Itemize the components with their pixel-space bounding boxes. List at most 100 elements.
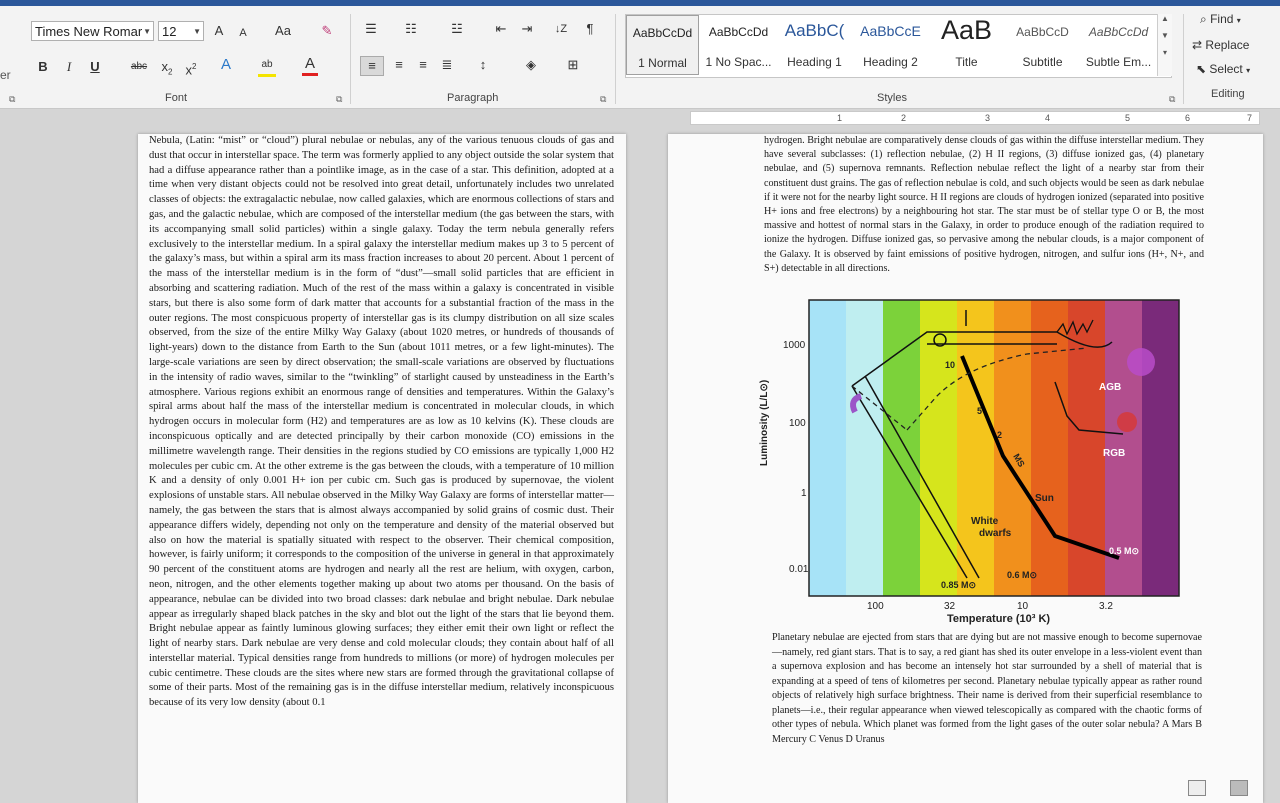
y-tick: 1: [801, 488, 807, 499]
y-tick: 0.01: [789, 564, 809, 575]
change-case-button[interactable]: Aa: [268, 22, 298, 40]
numbering-icon[interactable]: ☷: [400, 20, 422, 38]
chevron-down-icon: ▾: [1246, 66, 1251, 75]
multilevel-list-icon[interactable]: ☳: [446, 20, 468, 38]
find-label: Find: [1210, 12, 1234, 26]
agb-label: AGB: [1099, 382, 1121, 393]
read-mode-icon[interactable]: [1188, 780, 1206, 796]
font-name-value: Times New Romar: [35, 24, 143, 39]
x-tick: 3.2: [1099, 601, 1113, 612]
mass-number-2: 2: [997, 430, 1002, 440]
dialog-launcher-icon[interactable]: ⧉: [600, 94, 606, 105]
dialog-launcher-icon[interactable]: ⧉: [1169, 94, 1175, 105]
gallery-scroll[interactable]: ▲ ▼ ▾: [1157, 14, 1172, 76]
style-name: 1 Normal: [638, 56, 687, 70]
replace-button[interactable]: ⇄ Replace: [1192, 38, 1249, 52]
rgb-star-marker: [1117, 412, 1137, 432]
mass-number-5: 5: [977, 406, 982, 416]
style-name: Heading 2: [863, 55, 918, 69]
italic-button[interactable]: I: [62, 58, 76, 76]
page-left[interactable]: Nebula, (Latin: “mist” or “cloud”) plura…: [138, 134, 626, 803]
style-sample: AaBbCcDd: [708, 25, 769, 39]
more-styles-icon[interactable]: ▾: [1158, 48, 1172, 57]
select-button[interactable]: ⬉ Select ▾: [1196, 62, 1250, 76]
grow-font-button[interactable]: A: [212, 22, 226, 40]
style-name: Title: [955, 55, 978, 69]
white-dwarfs-label-2: dwarfs: [979, 528, 1012, 539]
style-sample: AaBbCcD: [1016, 25, 1069, 39]
page2-body-text-top[interactable]: hydrogen. Bright nebulae are comparative…: [764, 134, 1204, 276]
align-center-icon[interactable]: ≡: [390, 56, 408, 74]
superscript-button[interactable]: x2: [184, 58, 198, 79]
chevron-down-icon[interactable]: ▼: [1158, 31, 1172, 40]
divider: [350, 14, 351, 104]
strikethrough-button[interactable]: abc: [128, 58, 150, 76]
font-name-box[interactable]: Times New Romar ▼: [31, 21, 154, 41]
hr-diagram-figure[interactable]: Luminosity (L/L⊙) Temperature (10³ K) 10…: [757, 296, 1182, 632]
line-spacing-icon[interactable]: ↕: [472, 56, 494, 74]
underline-button[interactable]: U: [88, 58, 102, 76]
grow-font-label: A: [214, 23, 224, 38]
sun-label: Sun: [1035, 493, 1054, 504]
style-title[interactable]: AaB Title: [930, 15, 1003, 75]
align-left-icon[interactable]: ≡: [360, 56, 384, 76]
dialog-launcher-icon[interactable]: ⧉: [336, 94, 342, 105]
justify-icon[interactable]: ≣: [438, 56, 456, 74]
chevron-down-icon: ▾: [1236, 16, 1241, 25]
horizontal-ruler[interactable]: 1 2 3 4 5 6 7: [690, 111, 1260, 125]
find-button[interactable]: ⌕ Find ▾: [1200, 12, 1241, 27]
ruler-tick: 5: [1125, 113, 1131, 123]
clipboard-edge: er: [0, 68, 11, 82]
bullets-icon[interactable]: ☰: [360, 20, 382, 38]
page2-body-text-bottom[interactable]: Planetary nebulae are ejected from stars…: [772, 631, 1202, 747]
text-effects-button[interactable]: A: [218, 56, 234, 74]
ruler-tick: 7: [1247, 113, 1253, 123]
shading-icon[interactable]: ◈: [520, 56, 542, 74]
style-normal[interactable]: AaBbCcDd 1 Normal: [626, 15, 699, 75]
borders-icon[interactable]: ⊞: [562, 56, 584, 74]
white-dwarfs-label-1: White: [971, 516, 999, 527]
styles-gallery: AaBbCcDd 1 Normal AaBbCcDd 1 No Spac... …: [625, 14, 1172, 78]
shrink-font-label: A: [239, 27, 247, 39]
style-subtitle[interactable]: AaBbCcD Subtitle: [1006, 15, 1079, 75]
strikethrough-label: abc: [130, 61, 148, 72]
underline-label: U: [90, 59, 100, 74]
shrink-font-button[interactable]: A: [236, 24, 250, 42]
y-axis-label: Luminosity (L/L⊙): [759, 380, 770, 466]
x-tick: 10: [1017, 601, 1029, 612]
divider: [615, 14, 616, 104]
style-heading-1[interactable]: AaBbC( Heading 1: [778, 15, 851, 75]
chevron-up-icon[interactable]: ▲: [1158, 14, 1172, 23]
increase-indent-icon[interactable]: ⇥: [518, 20, 536, 38]
bold-button[interactable]: B: [36, 58, 50, 76]
font-size-box[interactable]: 12 ▼: [158, 21, 204, 41]
show-marks-button[interactable]: ¶: [583, 20, 597, 38]
spectral-band: [846, 300, 884, 596]
subscript-button[interactable]: x2: [160, 58, 174, 82]
highlight-button[interactable]: ab: [258, 56, 276, 77]
style-name: Subtitle: [1022, 55, 1063, 69]
ruler-tick: 2: [901, 113, 907, 123]
status-bar: [1180, 778, 1270, 798]
italic-label: I: [66, 59, 72, 74]
chevron-down-icon[interactable]: ▼: [143, 22, 151, 42]
x-tick: 100: [867, 601, 884, 612]
style-subtle-emphasis[interactable]: AaBbCcDd Subtle Em...: [1082, 15, 1155, 75]
style-no-spacing[interactable]: AaBbCcDd 1 No Spac...: [702, 15, 775, 75]
font-color-button[interactable]: A: [302, 55, 318, 76]
style-sample: AaBbCcDd: [632, 26, 693, 40]
chevron-down-icon[interactable]: ▼: [193, 22, 201, 42]
style-heading-2[interactable]: AaBbCcE Heading 2: [854, 15, 927, 75]
dialog-launcher-icon[interactable]: ⧉: [9, 94, 15, 105]
clear-formatting-icon[interactable]: ✎: [318, 22, 336, 40]
rgb-label: RGB: [1103, 448, 1125, 459]
sort-icon[interactable]: ↓Z: [552, 20, 570, 38]
change-case-label: Aa: [275, 23, 291, 38]
print-layout-icon[interactable]: [1230, 780, 1248, 796]
style-name: Heading 1: [787, 55, 842, 69]
page1-body-text[interactable]: Nebula, (Latin: “mist” or “cloud”) plura…: [149, 134, 614, 711]
align-right-icon[interactable]: ≡: [414, 56, 432, 74]
text-effects-label: A: [220, 56, 231, 73]
mass-label-06: 0.6 M⊙: [1007, 570, 1037, 580]
decrease-indent-icon[interactable]: ⇤: [492, 20, 510, 38]
